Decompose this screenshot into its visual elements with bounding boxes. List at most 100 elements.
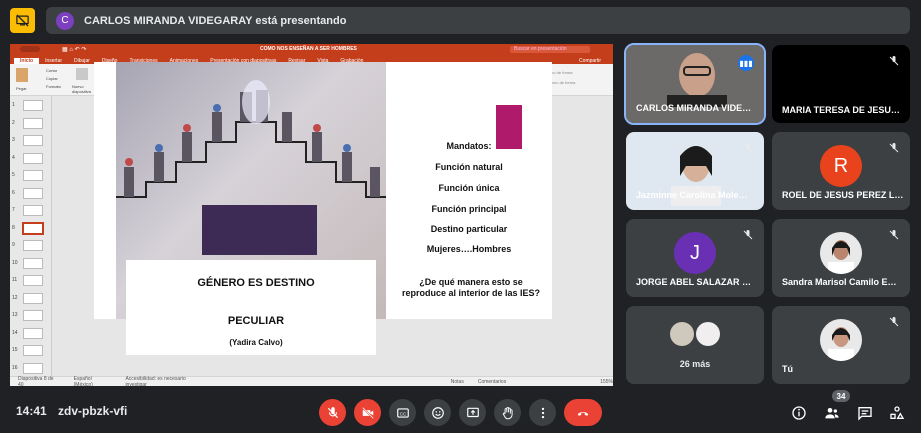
slide-thumbnail[interactable]	[23, 187, 43, 199]
slide-thumbnail[interactable]	[23, 310, 43, 321]
slide-thumbnail[interactable]	[23, 152, 43, 164]
end-call-icon	[577, 411, 589, 416]
emoji-icon	[431, 406, 444, 419]
slide-thumbnail[interactable]	[23, 240, 43, 251]
participant-tile-5[interactable]: J JORGE ABEL SALAZAR …	[626, 219, 764, 297]
slide-purple-box	[202, 205, 317, 255]
more-options-button[interactable]	[529, 399, 556, 426]
participant-name: Tú	[782, 364, 793, 374]
present-icon	[466, 407, 479, 417]
format-button[interactable]: Formato	[46, 84, 61, 89]
captions-button[interactable]: CC	[389, 399, 416, 426]
info-icon	[792, 406, 806, 420]
slide-thumbnail[interactable]	[23, 327, 43, 339]
slide-thumbnails: 1 2 3 4 5 6 7 8 9 10 11 12 13 14 15 16	[10, 96, 52, 376]
slide-thumbnail-number: 8	[12, 224, 15, 231]
avatar	[820, 318, 862, 361]
window-controls[interactable]	[20, 46, 40, 52]
comments-button[interactable]: Comentarios	[478, 379, 506, 385]
slide-thumbnail[interactable]	[23, 275, 43, 286]
copy-button[interactable]: Copiar	[46, 76, 58, 81]
slide-thumbnail[interactable]	[23, 170, 43, 181]
person-photo-icon	[828, 326, 854, 361]
paste-label[interactable]: Pegar	[16, 86, 27, 91]
new-slide-icon[interactable]	[76, 68, 88, 80]
slide-thumbnail-number: 12	[12, 294, 18, 301]
avatar: J	[674, 231, 716, 274]
slide-thumbnail[interactable]	[23, 362, 43, 374]
mic-off-icon	[743, 230, 753, 240]
more-participants-tile[interactable]: 26 más	[626, 306, 764, 384]
participant-tile-2[interactable]: MARIA TERESA DE JESU…	[772, 45, 910, 123]
camera-button[interactable]	[354, 399, 381, 426]
people-icon	[825, 408, 839, 419]
clock: 14:41	[16, 404, 47, 418]
participant-tile-6[interactable]: Sandra Marisol Camilo E…	[772, 219, 910, 297]
slide-thumbnail-number: 15	[12, 347, 18, 353]
participant-tile-3[interactable]: Jazminne Carolina Mole…	[626, 132, 764, 210]
mic-off-icon	[889, 56, 899, 66]
slide-item-3: Función principal	[431, 204, 507, 214]
slide-thumbnail[interactable]	[22, 221, 44, 235]
slide-thumbnail-number: 14	[12, 329, 18, 336]
accessibility[interactable]: Accesibilidad: es necesario investigar	[125, 376, 206, 387]
participant-tile-1[interactable]: ▮▮▮ CARLOS MIRANDA VIDE…	[624, 43, 766, 125]
participant-name: ROEL DE JESUS PEREZ L…	[782, 190, 904, 200]
avatar	[670, 322, 694, 346]
presentation-icon[interactable]	[10, 8, 35, 33]
presenter-avatar: C	[56, 11, 74, 30]
slide-thumbnail[interactable]	[23, 345, 43, 356]
emoji-button[interactable]	[424, 399, 451, 426]
meeting-code[interactable]: zdv-pbzk-vfi	[58, 404, 127, 418]
chat-icon	[858, 407, 872, 421]
notes-button[interactable]: Notas	[451, 379, 464, 385]
slide-thumbnail[interactable]	[23, 205, 43, 216]
slide-thumbnail-number: 6	[12, 189, 15, 196]
slide-mandatos: Mandatos:	[446, 141, 492, 151]
ppt-statusbar: Diapositiva 8 de 40 Español (México) Acc…	[10, 376, 613, 386]
slide-thumbnail[interactable]	[23, 292, 43, 304]
participant-count-badge: 34	[832, 390, 850, 402]
slide-thumbnail[interactable]	[23, 100, 43, 111]
participant-name: JORGE ABEL SALAZAR …	[636, 277, 752, 287]
end-call-button[interactable]	[564, 399, 602, 426]
participant-name: MARIA TERESA DE JESU…	[782, 105, 900, 115]
slide-thumbnail[interactable]	[23, 257, 43, 269]
slide-thumbnail-number: 2	[12, 119, 15, 126]
slide-thumbnail-number: 4	[12, 154, 15, 161]
presenting-banner: C CARLOS MIRANDA VIDEGARAY está presenta…	[46, 7, 910, 34]
slide-count: Diapositiva 8 de 40	[18, 375, 54, 387]
participant-tile-4[interactable]: R ROEL DE JESUS PEREZ L…	[772, 132, 910, 210]
present-button[interactable]	[459, 399, 486, 426]
speaking-icon: ▮▮▮	[738, 55, 754, 71]
slide-thumbnail-number: 7	[12, 207, 15, 213]
svg-text:CC: CC	[399, 411, 406, 416]
participant-video	[667, 53, 727, 107]
ppt-window-title: COMO NOS ENSEÑAN A SER HOMBRES	[260, 46, 357, 52]
ppt-search[interactable]: Buscar en presentación	[510, 46, 590, 53]
slide-thumbnail-number: 9	[12, 242, 15, 248]
chat-button[interactable]	[854, 402, 876, 424]
slide-thumbnail-number: 10	[12, 259, 18, 266]
mic-off-icon	[889, 143, 899, 153]
info-button[interactable]	[788, 402, 810, 424]
slide-thumbnail[interactable]	[23, 117, 43, 129]
slide-item-4: Destino particular	[430, 224, 508, 234]
raise-hand-button[interactable]	[494, 399, 521, 426]
zoom-level[interactable]: 155%	[600, 379, 613, 385]
language[interactable]: Español (México)	[74, 376, 112, 387]
slide-thumbnail-number: 5	[12, 172, 15, 178]
mic-off-icon	[889, 230, 899, 240]
slide-item-1: Función natural	[435, 162, 503, 172]
quick-access-icons[interactable]: ▦ ⌂ ↶ ↷	[62, 46, 86, 53]
mic-button[interactable]	[319, 399, 346, 426]
activities-button[interactable]	[886, 402, 908, 424]
self-tile[interactable]: Tú	[772, 306, 910, 384]
slide-thumbnail[interactable]	[23, 135, 43, 146]
paste-icon[interactable]	[16, 68, 28, 82]
slide-thumbnail-number: 3	[12, 137, 15, 143]
cut-button[interactable]: Cortar	[46, 68, 57, 73]
more-count: 26 más	[679, 359, 711, 369]
camera-off-icon	[361, 406, 374, 419]
people-button[interactable]	[821, 402, 843, 424]
